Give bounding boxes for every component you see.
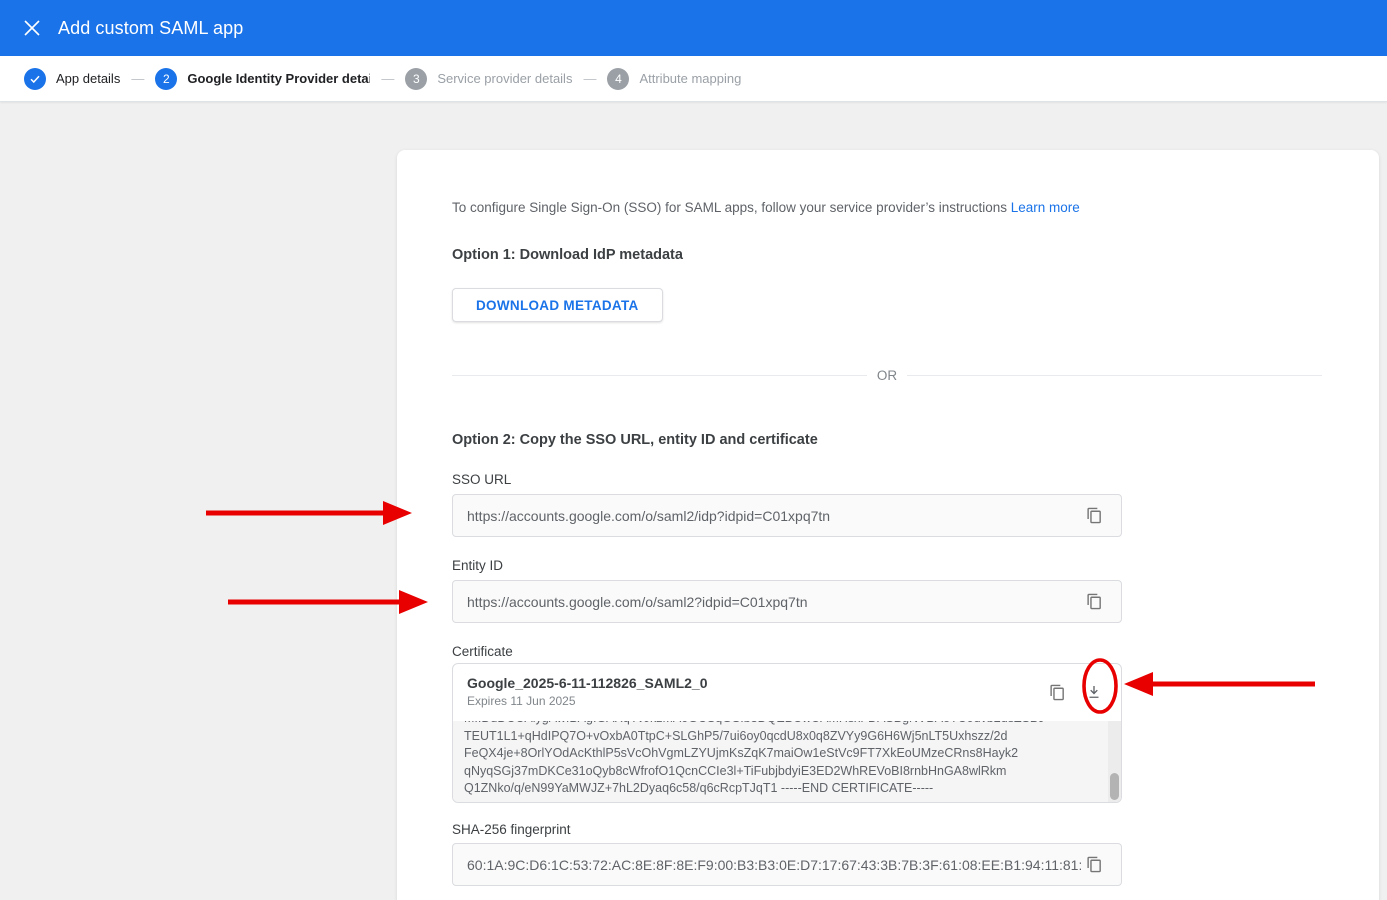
copy-icon[interactable] — [1081, 852, 1107, 878]
step-label: Service provider details — [437, 71, 572, 86]
add-custom-saml-app-dialog: Add custom SAML app App details — 2 Goog… — [0, 0, 1387, 900]
copy-icon[interactable] — [1081, 589, 1107, 615]
check-icon — [24, 68, 46, 90]
step-number-badge: 3 — [405, 68, 427, 90]
certificate-text-line: Q1ZNko/q/eN99YaMWJZ+7hL2Dyaq6c58/q6cRcpT… — [464, 780, 1108, 797]
certificate-body[interactable]: MIIDdDCCAlygAwIBAgIGAXqYvJkzMA0GCSqGSIb3… — [453, 721, 1121, 803]
certificate-name: Google_2025-6-11-112826_SAML2_0 — [467, 675, 1044, 691]
certificate-text-line: MIIDdDCCAlygAwIBAgIGAXqYvJkzMA0GCSqGSIb3… — [464, 721, 1108, 728]
step-separator: — — [131, 71, 144, 86]
step-attribute-mapping[interactable]: 4 Attribute mapping — [607, 68, 741, 90]
step-app-details[interactable]: App details — [24, 68, 120, 90]
copy-icon[interactable] — [1081, 503, 1107, 529]
download-metadata-button[interactable]: DOWNLOAD METADATA — [452, 288, 663, 322]
intro-text-body: To configure Single Sign-On (SSO) for SA… — [452, 200, 1007, 215]
arrow-to-sso-url-field — [206, 501, 412, 525]
download-icon[interactable] — [1081, 679, 1107, 705]
entity-id-value: https://accounts.google.com/o/saml2?idpi… — [467, 594, 1081, 610]
step-separator: — — [381, 71, 394, 86]
close-icon[interactable] — [19, 15, 45, 41]
step-label: Attribute mapping — [639, 71, 741, 86]
certificate-text-line: qNyqSGj37mDKCe31oQyb8cWfrofO1QcnCCIe3l+T… — [464, 763, 1108, 780]
step-service-provider-details[interactable]: 3 Service provider details — [405, 68, 572, 90]
intro-text: To configure Single Sign-On (SSO) for SA… — [452, 200, 1080, 215]
certificate-scrollbar[interactable] — [1108, 721, 1121, 803]
dialog-title: Add custom SAML app — [58, 18, 243, 39]
divider-line — [452, 375, 867, 376]
sha256-fingerprint-field[interactable]: 60:1A:9C:D6:1C:53:72:AC:8E:8F:8E:F9:00:B… — [452, 843, 1122, 886]
step-label: App details — [56, 71, 120, 86]
step-number-badge: 2 — [155, 68, 177, 90]
entity-id-field[interactable]: https://accounts.google.com/o/saml2?idpi… — [452, 580, 1122, 623]
or-label: OR — [867, 368, 907, 383]
divider-line — [907, 375, 1322, 376]
entity-id-label: Entity ID — [452, 558, 503, 573]
or-divider: OR — [452, 368, 1322, 383]
certificate-card: Google_2025-6-11-112826_SAML2_0 Expires … — [452, 663, 1122, 803]
certificate-header: Google_2025-6-11-112826_SAML2_0 Expires … — [453, 664, 1121, 721]
step-separator: — — [583, 71, 596, 86]
step-number-badge: 4 — [607, 68, 629, 90]
learn-more-link[interactable]: Learn more — [1011, 200, 1080, 215]
option2-heading: Option 2: Copy the SSO URL, entity ID an… — [452, 432, 818, 448]
certificate-text-line: FeQX4je+8OrlYOdAcKthlP5sVcOhVgmLZYUjmKsZ… — [464, 745, 1108, 762]
step-label: Google Identity Provider details — [187, 71, 370, 86]
content-card: To configure Single Sign-On (SSO) for SA… — [397, 150, 1379, 900]
option1-heading: Option 1: Download IdP metadata — [452, 247, 683, 263]
sso-url-label: SSO URL — [452, 472, 511, 487]
step-google-idp-details[interactable]: 2 Google Identity Provider details — [155, 68, 370, 90]
certificate-text-line: TEUT1L1+qHdIPQ7O+vOxbA0TtpC+SLGhP5/7ui6o… — [464, 728, 1108, 745]
dialog-header: Add custom SAML app — [0, 0, 1387, 56]
certificate-label: Certificate — [452, 644, 513, 659]
scrollbar-thumb[interactable] — [1110, 773, 1119, 800]
sha256-fingerprint-value: 60:1A:9C:D6:1C:53:72:AC:8E:8F:8E:F9:00:B… — [467, 857, 1081, 873]
copy-icon[interactable] — [1044, 679, 1070, 705]
sha256-fingerprint-label: SHA-256 fingerprint — [452, 822, 571, 837]
sso-url-field[interactable]: https://accounts.google.com/o/saml2/idp?… — [452, 494, 1122, 537]
certificate-expiry: Expires 11 Jun 2025 — [467, 694, 1044, 708]
sso-url-value: https://accounts.google.com/o/saml2/idp?… — [467, 508, 1081, 524]
stepper: App details — 2 Google Identity Provider… — [0, 56, 1387, 102]
